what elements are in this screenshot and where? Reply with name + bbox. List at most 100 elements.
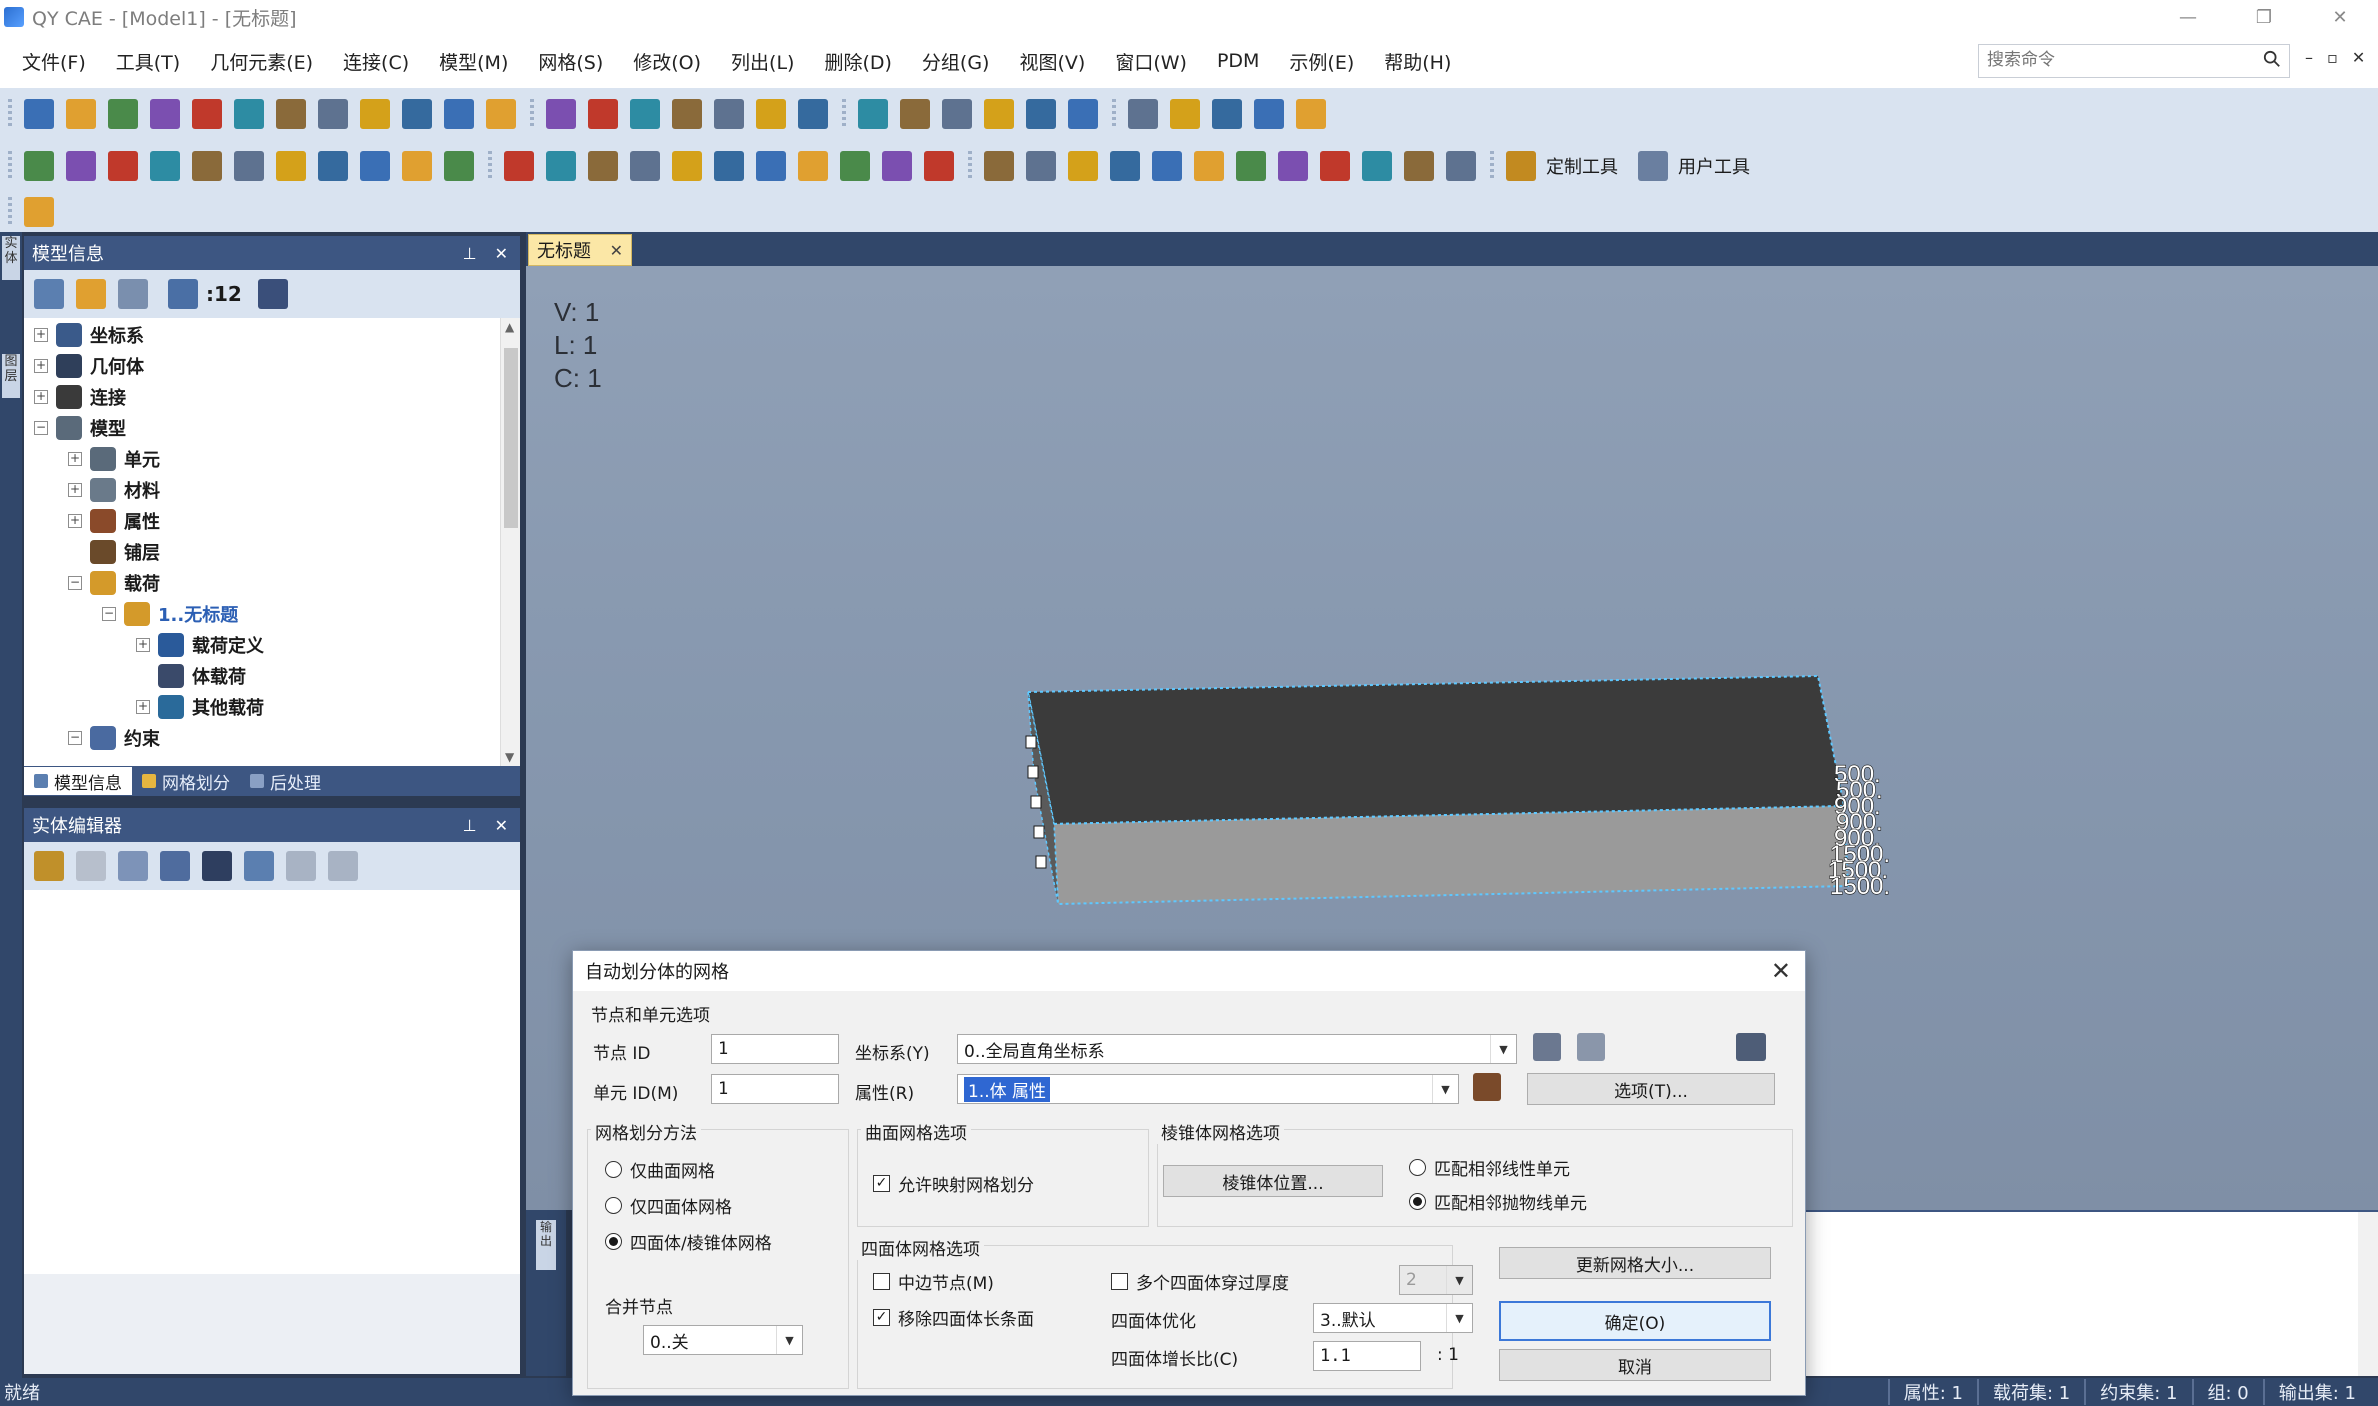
cancel-button[interactable]: 取消: [1499, 1349, 1771, 1381]
tree-node[interactable]: − 1..无标题: [102, 599, 238, 629]
mesh-tool-icon[interactable]: [588, 151, 618, 181]
tree-node[interactable]: + 坐标系: [34, 320, 144, 350]
mesh-tool-icon[interactable]: [756, 151, 786, 181]
export-icon[interactable]: [286, 851, 316, 881]
analysis-tool-icon[interactable]: [1194, 151, 1224, 181]
mesh-tool-icon[interactable]: [672, 151, 702, 181]
expand-toggle-icon[interactable]: −: [68, 731, 82, 745]
match-parabolic-radio[interactable]: 匹配相邻抛物线单元: [1409, 1189, 1587, 1214]
coord-sys-select[interactable]: 0..全局直角坐标系 ▼: [957, 1034, 1517, 1064]
menu-model[interactable]: 模型(M): [424, 48, 523, 75]
edit-tool-icon[interactable]: [672, 99, 702, 129]
expand-toggle-icon[interactable]: +: [34, 359, 48, 373]
model-tool-icon[interactable]: [24, 151, 54, 181]
model-tool-icon[interactable]: [402, 151, 432, 181]
tree-node[interactable]: + 单元: [68, 444, 160, 474]
file-tool-icon[interactable]: [276, 99, 306, 129]
mesh-tool-icon[interactable]: [840, 151, 870, 181]
expand-toggle-icon[interactable]: +: [68, 514, 82, 528]
file-tool-icon[interactable]: [66, 99, 96, 129]
model-tool-icon[interactable]: [192, 151, 222, 181]
edit-tool-icon[interactable]: [546, 99, 576, 129]
tree-node[interactable]: + 几何体: [34, 351, 144, 381]
file-tool-icon[interactable]: [24, 99, 54, 129]
view-tool-icon[interactable]: [1296, 99, 1326, 129]
select-tool-icon[interactable]: [1026, 99, 1056, 129]
menu-geometry[interactable]: 几何元素(E): [195, 48, 328, 75]
expand-toggle-icon[interactable]: +: [136, 700, 150, 714]
analysis-tool-icon[interactable]: [1404, 151, 1434, 181]
remove-slivers-checkbox[interactable]: ✓ 移除四面体长条面: [873, 1305, 1034, 1330]
analysis-tool-icon[interactable]: [1278, 151, 1308, 181]
node-id-input[interactable]: 1: [711, 1034, 839, 1064]
view-tool-icon[interactable]: [1170, 99, 1200, 129]
document-tab[interactable]: 无标题 ✕: [528, 234, 632, 266]
property-new-icon[interactable]: [1469, 1071, 1505, 1103]
toolbar-grip[interactable]: [1112, 99, 1116, 129]
menu-help[interactable]: 帮助(H): [1369, 48, 1466, 75]
menu-mesh[interactable]: 网格(S): [523, 48, 618, 75]
file-tool-icon[interactable]: [486, 99, 516, 129]
tab-model-info[interactable]: 模型信息: [24, 767, 132, 795]
tab-postprocess[interactable]: 后处理: [240, 767, 331, 795]
tree-node[interactable]: + 属性: [68, 506, 160, 536]
table-icon[interactable]: [1733, 1031, 1769, 1063]
mesh-tool-icon[interactable]: [630, 151, 660, 181]
close-window-button[interactable]: ✕: [2302, 0, 2378, 34]
tree-scrollbar[interactable]: ▲ ▼: [500, 318, 520, 766]
tet-opt-select[interactable]: 3..默认 ▼: [1313, 1303, 1473, 1333]
menu-delete[interactable]: 删除(D): [809, 48, 906, 75]
file-tool-icon[interactable]: [150, 99, 180, 129]
select-tool-icon[interactable]: [942, 99, 972, 129]
options-button[interactable]: 选项(T)...: [1527, 1073, 1775, 1105]
paste-icon[interactable]: [76, 851, 106, 881]
import-icon[interactable]: [328, 851, 358, 881]
custom-tools-icon[interactable]: [1506, 151, 1536, 181]
tree-node[interactable]: + 连接: [34, 382, 126, 412]
menu-list[interactable]: 列出(L): [716, 48, 809, 75]
edit-tool-icon[interactable]: [630, 99, 660, 129]
analysis-tool-icon[interactable]: [1152, 151, 1182, 181]
menu-tools[interactable]: 工具(T): [101, 48, 195, 75]
mdi-close-button[interactable]: ✕: [2352, 48, 2365, 67]
export-icon[interactable]: [76, 279, 106, 309]
model-tool-icon[interactable]: [360, 151, 390, 181]
file-tool-icon[interactable]: [444, 99, 474, 129]
analysis-tool-icon[interactable]: [1362, 151, 1392, 181]
analysis-tool-icon[interactable]: [1110, 151, 1140, 181]
tree-node[interactable]: − 载荷: [68, 568, 160, 598]
toolbar-grip[interactable]: [8, 99, 12, 129]
select-tool-icon[interactable]: [984, 99, 1014, 129]
file-tool-icon[interactable]: [402, 99, 432, 129]
expand-toggle-icon[interactable]: +: [68, 483, 82, 497]
view-tool-icon[interactable]: [1254, 99, 1284, 129]
menu-file[interactable]: 文件(F): [0, 48, 101, 75]
tree-node[interactable]: 体载荷: [136, 661, 246, 691]
tree-options-icon[interactable]: [34, 279, 64, 309]
analysis-tool-icon[interactable]: [1446, 151, 1476, 181]
method-tet-radio[interactable]: 仅四面体网格: [605, 1193, 732, 1218]
menu-pdm[interactable]: PDM: [1202, 50, 1274, 72]
method-surface-radio[interactable]: 仅曲面网格: [605, 1157, 715, 1182]
tree-node[interactable]: + 载荷定义: [136, 630, 264, 660]
expand-toggle-icon[interactable]: +: [68, 452, 82, 466]
growth-ratio-input[interactable]: 1.1: [1313, 1341, 1421, 1371]
coord-pick-icon[interactable]: [1529, 1031, 1565, 1063]
analysis-tool-icon[interactable]: [1236, 151, 1266, 181]
menu-window[interactable]: 窗口(W): [1100, 48, 1202, 75]
mesh-tool-icon[interactable]: [504, 151, 534, 181]
select-checklist-icon[interactable]: [118, 279, 148, 309]
count-filter-icon[interactable]: [168, 279, 198, 309]
expand-toggle-icon[interactable]: −: [68, 576, 82, 590]
file-tool-icon[interactable]: [234, 99, 264, 129]
file-tool-icon[interactable]: [192, 99, 222, 129]
menu-connect[interactable]: 连接(C): [328, 48, 424, 75]
multi-tet-checkbox[interactable]: 多个四面体穿过厚度: [1111, 1269, 1289, 1294]
scroll-up-icon[interactable]: ▲: [505, 320, 514, 334]
output-scrollbar[interactable]: [2358, 1212, 2378, 1376]
model-tool-icon[interactable]: [66, 151, 96, 181]
toolbar-grip[interactable]: [968, 151, 972, 181]
analysis-tool-icon[interactable]: [1068, 151, 1098, 181]
edit-tool-icon[interactable]: [756, 99, 786, 129]
mesh-tool-icon[interactable]: [798, 151, 828, 181]
